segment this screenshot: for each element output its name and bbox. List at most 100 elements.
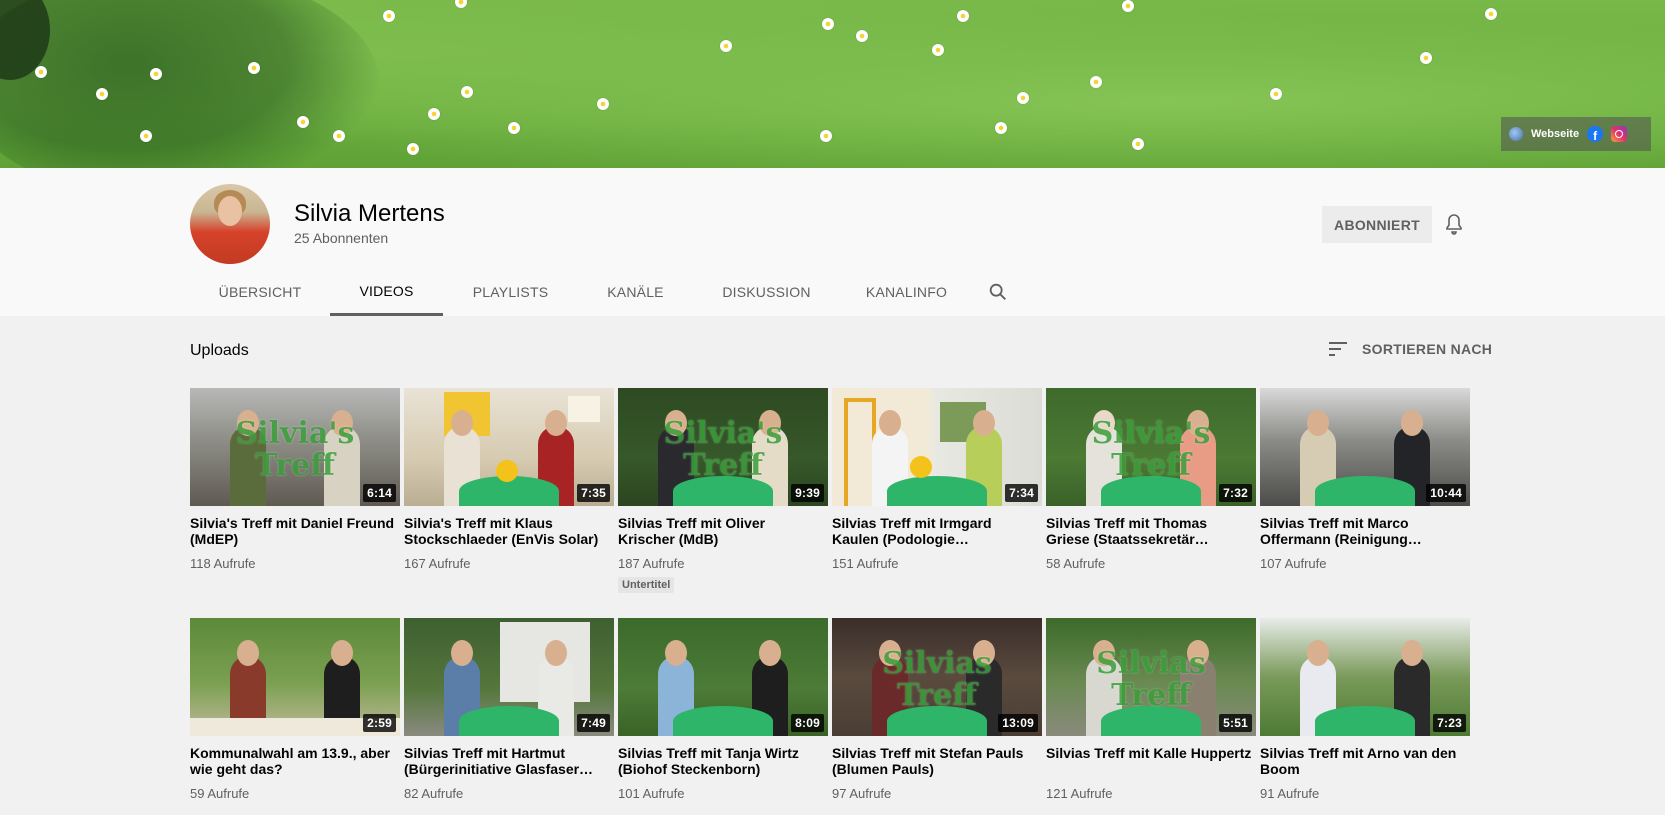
tab-channels[interactable]: KANÄLE [578, 268, 693, 316]
video-duration: 13:09 [998, 714, 1038, 732]
video-duration: 5:51 [1219, 714, 1252, 732]
flower-decoration [383, 10, 395, 22]
video-card[interactable]: 8:09 Silvias Treff mit Tanja Wirtz (Bioh… [618, 618, 828, 815]
channel-banner: Webseite f [0, 0, 1665, 168]
video-title[interactable]: Silvias Treff mit Marco Offermann (Reini… [1260, 515, 1470, 547]
video-title[interactable]: Silvias Treff mit Thomas Griese (Staatss… [1046, 515, 1256, 547]
flower-decoration [297, 116, 309, 128]
video-views: 59 Aufrufe [190, 786, 250, 801]
video-row: 2:59 Kommunalwahl am 13.9., aber wie geh… [190, 618, 1470, 815]
flower-decoration [407, 143, 419, 155]
instagram-icon[interactable] [1611, 126, 1628, 142]
youtube-channel-page: Webseite f Silvia Mertens 25 Abonnenten … [0, 0, 1665, 815]
flower-decoration [1122, 0, 1134, 12]
sort-label: SORTIEREN NACH [1362, 341, 1493, 357]
video-card[interactable]: Silvias Treff 5:51 Silvias Treff mit Kall… [1046, 618, 1256, 815]
banner-tree-shadow [0, 0, 380, 168]
video-thumbnail-logo: Silvia's Treff [1091, 416, 1211, 483]
video-thumbnail[interactable]: 7:49 [404, 618, 614, 736]
video-card[interactable]: Silvias Treff 13:09 Silvias Treff mit Ste… [832, 618, 1042, 815]
subscribe-button[interactable]: ABONNIERT [1322, 206, 1432, 243]
video-thumbnail[interactable]: 10:44 [1260, 388, 1470, 506]
video-title[interactable]: Silvia's Treff mit Daniel Freund (MdEP) [190, 515, 400, 547]
video-row: Silvia's Treff 6:14 Silvia's Treff mit Da… [190, 388, 1470, 618]
video-title[interactable]: Silvias Treff mit Stefan Pauls (Blumen P… [832, 745, 1042, 777]
flower-decoration [1485, 8, 1497, 20]
flower-decoration [1090, 76, 1102, 88]
flower-decoration [508, 122, 520, 134]
flower-decoration [1420, 52, 1432, 64]
tab-about[interactable]: KANALINFO [840, 268, 973, 316]
video-duration: 7:35 [577, 484, 610, 502]
video-thumbnail[interactable]: 7:35 [404, 388, 614, 506]
video-thumbnail[interactable]: Silvias Treff 5:51 [1046, 618, 1256, 736]
banner-links: Webseite f [1501, 117, 1651, 151]
video-title[interactable]: Silvias Treff mit Arno van den Boom [1260, 745, 1470, 777]
video-card[interactable]: 2:59 Kommunalwahl am 13.9., aber wie geh… [190, 618, 400, 815]
video-title[interactable]: Silvias Treff mit Oliver Krischer (MdB) [618, 515, 828, 547]
video-thumbnail[interactable]: 8:09 [618, 618, 828, 736]
video-views: 187 Aufrufe [618, 556, 685, 571]
tab-discussion[interactable]: DISKUSSION [693, 268, 840, 316]
video-duration: 7:32 [1219, 484, 1252, 502]
flower-decoration [333, 130, 345, 142]
video-duration: 2:59 [363, 714, 396, 732]
flower-decoration [35, 66, 47, 78]
video-card[interactable]: Silvia's Treff 9:39 Silvias Treff mit Oli… [618, 388, 828, 618]
video-duration: 7:23 [1433, 714, 1466, 732]
flower-decoration [720, 40, 732, 52]
video-card[interactable]: Silvia's Treff 7:32 Silvias Treff mit Tho… [1046, 388, 1256, 618]
video-card[interactable]: 7:23 Silvias Treff mit Arno van den Boom… [1260, 618, 1470, 815]
video-thumbnail[interactable]: 7:23 [1260, 618, 1470, 736]
video-card[interactable]: 7:35 Silvia's Treff mit Klaus Stockschla… [404, 388, 614, 618]
video-title[interactable]: Silvias Treff mit Hartmut (Bürgerinitiat… [404, 745, 614, 777]
video-title[interactable]: Kommunalwahl am 13.9., aber wie geht das… [190, 745, 400, 777]
search-icon[interactable] [973, 268, 1023, 316]
video-card[interactable]: Silvia's Treff 6:14 Silvia's Treff mit Da… [190, 388, 400, 618]
channel-header: Silvia Mertens 25 Abonnenten ABONNIERT Ü… [0, 168, 1665, 316]
tab-overview[interactable]: ÜBERSICHT [190, 268, 330, 316]
channel-name: Silvia Mertens [294, 200, 445, 227]
video-thumbnail[interactable]: Silvias Treff 13:09 [832, 618, 1042, 736]
video-title[interactable]: Silvia's Treff mit Klaus Stockschlaeder … [404, 515, 614, 547]
video-title[interactable]: Silvias Treff mit Tanja Wirtz (Biohof St… [618, 745, 828, 777]
video-thumbnail[interactable]: 7:34 [832, 388, 1042, 506]
tab-playlists[interactable]: PLAYLISTS [443, 268, 578, 316]
flower-decoration [248, 62, 260, 74]
facebook-icon[interactable]: f [1587, 126, 1604, 142]
video-card[interactable]: 10:44 Silvias Treff mit Marco Offermann … [1260, 388, 1470, 618]
channel-tabs: ÜBERSICHT VIDEOS PLAYLISTS KANÄLE DISKUS… [190, 268, 1023, 316]
flower-decoration [957, 10, 969, 22]
subscriber-count: 25 Abonnenten [294, 230, 389, 246]
sort-icon [1329, 342, 1347, 356]
flower-decoration [822, 18, 834, 30]
video-title[interactable]: Silvias Treff mit Kalle Huppertz [1046, 745, 1256, 777]
video-thumbnail[interactable]: Silvia's Treff 7:32 [1046, 388, 1256, 506]
video-title[interactable]: Silvias Treff mit Irmgard Kaulen (Podolo… [832, 515, 1042, 547]
flower-decoration [461, 86, 473, 98]
video-card[interactable]: 7:34 Silvias Treff mit Irmgard Kaulen (P… [832, 388, 1042, 618]
video-views: 91 Aufrufe [1260, 786, 1320, 801]
globe-icon[interactable] [1509, 127, 1523, 141]
video-thumbnail[interactable]: Silvia's Treff 9:39 [618, 388, 828, 506]
video-duration: 8:09 [791, 714, 824, 732]
flower-decoration [1270, 88, 1282, 100]
tab-videos[interactable]: VIDEOS [330, 268, 443, 316]
video-card[interactable]: 7:49 Silvias Treff mit Hartmut (Bürgerin… [404, 618, 614, 815]
sort-button[interactable]: SORTIEREN NACH [1328, 340, 1492, 358]
video-views: 82 Aufrufe [404, 786, 464, 801]
subtitles-badge: Untertitel [618, 577, 675, 593]
video-thumbnail-logo: Silvias Treff [1096, 646, 1206, 713]
bell-icon[interactable] [1442, 212, 1466, 236]
video-views: 107 Aufrufe [1260, 556, 1327, 571]
video-thumbnail[interactable]: 2:59 [190, 618, 400, 736]
video-views: 121 Aufrufe [1046, 786, 1113, 801]
video-views: 151 Aufrufe [832, 556, 899, 571]
flower-decoration [597, 98, 609, 110]
website-link[interactable]: Webseite [1531, 128, 1579, 140]
flower-decoration [96, 88, 108, 100]
video-views: 58 Aufrufe [1046, 556, 1106, 571]
video-duration: 6:14 [363, 484, 396, 502]
video-grid: Silvia's Treff 6:14 Silvia's Treff mit Da… [190, 388, 1470, 815]
video-thumbnail[interactable]: Silvia's Treff 6:14 [190, 388, 400, 506]
